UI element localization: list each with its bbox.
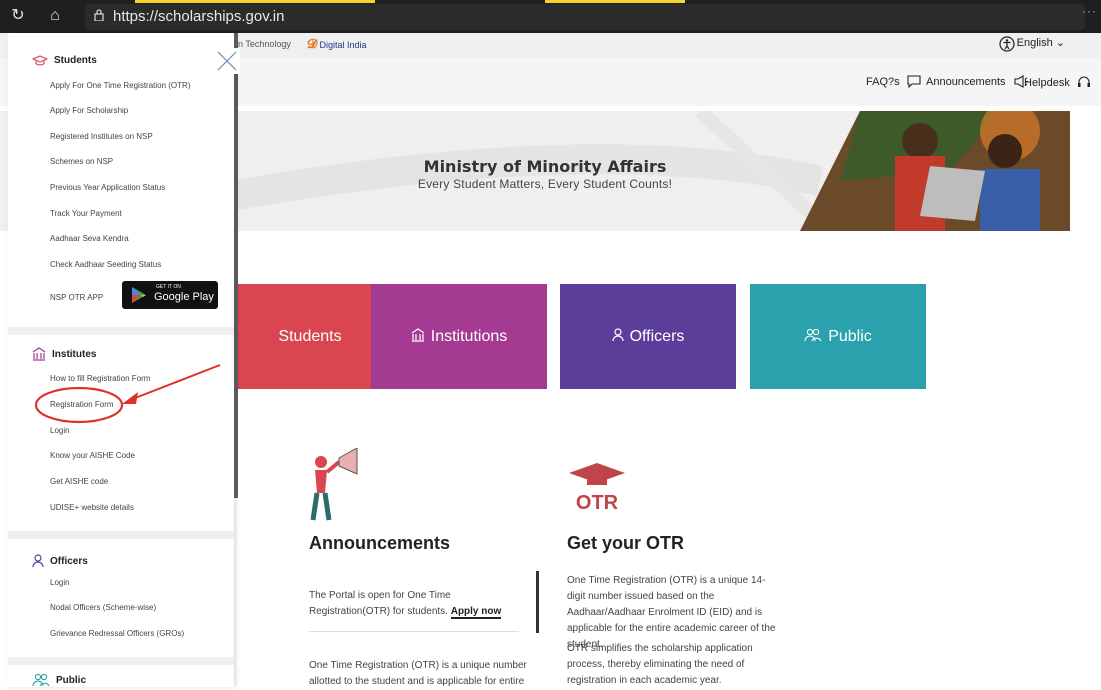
google-play-icon [132, 287, 146, 303]
apply-now-link[interactable]: Apply now [450, 606, 502, 619]
ministry-link[interactable]: n Technology [238, 39, 291, 49]
digital-india-logo[interactable]: 𝓓 Digital India [307, 36, 367, 52]
hero-title: Ministry of Minority Affairs [423, 157, 667, 176]
faq-link[interactable]: FAQ?s [866, 75, 921, 88]
browser-toolbar: ↻ ⌂ https://scholarships.gov.in ··· [0, 0, 1101, 33]
tile-institutions-label: Institutions [430, 328, 508, 345]
accessibility-icon[interactable] [999, 36, 1015, 52]
tile-officers[interactable]: Officers [560, 284, 736, 389]
institutes-section-heading: Institutes [32, 347, 96, 361]
lock-icon [94, 9, 104, 21]
menu-item-get-aishe[interactable]: Get AISHE code [50, 477, 108, 486]
graduation-cap-icon [32, 55, 48, 66]
google-play-label: Google Play [154, 291, 214, 303]
google-play-small-text: GET IT ON [156, 284, 181, 290]
announcements-link[interactable]: Announcements [926, 75, 1029, 88]
menu-item-grievance-officers[interactable]: Grievance Redressal Officers (GROs) [50, 629, 184, 638]
menu-item-aadhaar-seeding[interactable]: Check Aadhaar Seeding Status [50, 260, 161, 269]
svg-text:OTR: OTR [576, 492, 619, 514]
otr-description-2: OTR simplifies the scholarship applicati… [567, 643, 753, 686]
officer-icon [611, 328, 624, 342]
close-icon[interactable] [214, 48, 240, 74]
menu-item-previous-year-status[interactable]: Previous Year Application Status [50, 183, 165, 192]
highlight-mark [135, 0, 375, 3]
hero-subtitle: Every Student Matters, Every Student Cou… [417, 177, 673, 191]
menu-item-how-to-fill[interactable]: How to fill Registration Form [50, 374, 150, 383]
tile-officers-label: Officers [629, 328, 685, 345]
menu-item-know-aishe[interactable]: Know your AISHE Code [50, 451, 135, 460]
scroll-indicator [536, 571, 539, 633]
headset-icon [1077, 76, 1090, 87]
otr-heading: Get your OTR [567, 533, 685, 553]
tile-institutions[interactable]: Institutions [371, 284, 547, 389]
megaphone-person-illustration [310, 448, 358, 521]
side-drawer: Students Apply For One Time Registration… [8, 33, 234, 687]
institution-icon [32, 347, 46, 361]
officers-section-heading: Officers [32, 554, 88, 568]
people-icon [804, 328, 822, 342]
officer-icon [32, 554, 44, 568]
menu-item-apply-otr[interactable]: Apply For One Time Registration (OTR) [50, 81, 190, 90]
menu-item-aadhaar-seva[interactable]: Aadhaar Seva Kendra [50, 234, 129, 243]
public-section-heading: Public [32, 673, 86, 687]
tile-students-label: Students [278, 328, 342, 345]
menu-item-registered-institutes[interactable]: Registered Institutes on NSP [50, 132, 153, 141]
drawer-scrollbar[interactable] [234, 33, 238, 498]
helpdesk-link[interactable]: Helpdesk [1024, 75, 1091, 89]
menu-item-udise[interactable]: UDISE+ website details [50, 503, 134, 512]
menu-item-schemes[interactable]: Schemes on NSP [50, 157, 113, 166]
section-divider [8, 657, 234, 665]
announcement-item: One Time Registration (OTR) is a unique … [309, 660, 527, 687]
home-icon[interactable]: ⌂ [45, 6, 65, 26]
menu-item-nodal-officers[interactable]: Nodal Officers (Scheme-wise) [50, 603, 156, 612]
students-section-heading: Students [32, 55, 97, 67]
announcement-item: The Portal is open for One Time Registra… [309, 590, 502, 619]
url-text: https://scholarships.gov.in [113, 8, 285, 25]
chat-icon [907, 75, 921, 88]
menu-item-apply-scholarship[interactable]: Apply For Scholarship [50, 106, 128, 115]
menu-item-track-payment[interactable]: Track Your Payment [50, 209, 122, 218]
reload-icon[interactable]: ↻ [8, 6, 28, 26]
students-photo [800, 111, 1070, 231]
tile-public[interactable]: Public [750, 284, 926, 389]
people-icon [32, 673, 50, 687]
menu-item-officer-login[interactable]: Login [50, 578, 70, 587]
otr-badge-icon: OTR [569, 463, 625, 514]
section-divider [8, 531, 234, 539]
menu-item-otr-app: NSP OTR APP [50, 293, 104, 302]
more-icon[interactable]: ··· [1082, 4, 1097, 18]
address-bar[interactable]: https://scholarships.gov.in [85, 4, 1085, 30]
institution-icon [411, 328, 425, 342]
divider [309, 631, 519, 632]
tile-public-label: Public [828, 328, 872, 345]
menu-item-institute-login[interactable]: Login [50, 426, 70, 435]
announcements-heading: Announcements [309, 533, 451, 553]
google-play-badge[interactable]: GET IT ON Google Play [122, 281, 218, 309]
section-divider [8, 327, 234, 335]
highlight-mark [545, 0, 685, 3]
language-select[interactable]: English ⌄ [1017, 36, 1065, 49]
menu-item-registration-form[interactable]: Registration Form [50, 400, 114, 409]
